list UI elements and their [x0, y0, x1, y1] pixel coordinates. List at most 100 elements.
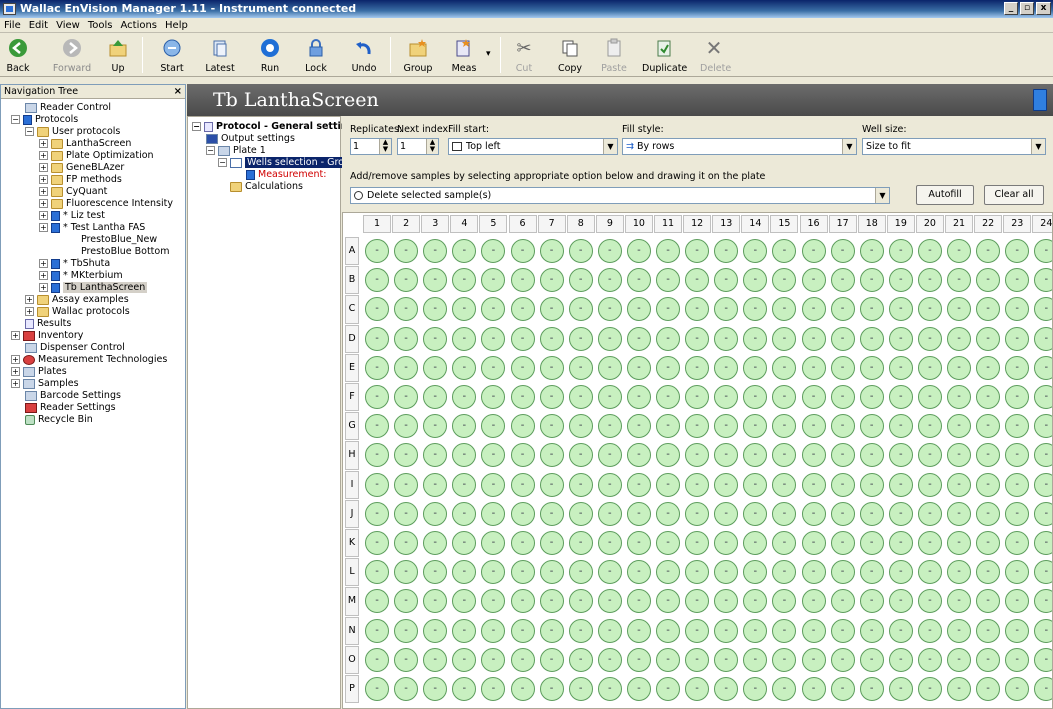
plate-well[interactable]: -	[568, 618, 593, 643]
plate-well[interactable]: -	[597, 560, 622, 585]
plate-well[interactable]: -	[743, 326, 768, 351]
column-header[interactable]: 4	[450, 215, 479, 233]
plate-well[interactable]: -	[685, 239, 710, 263]
plate-well[interactable]: -	[772, 268, 797, 293]
tree-item-assay-examples[interactable]: + Assay examples	[25, 294, 129, 306]
tree-item-reader-control[interactable]: Reader Control	[25, 102, 111, 114]
plate-well[interactable]: -	[423, 560, 448, 585]
start-button[interactable]: Start	[154, 33, 190, 77]
row-header[interactable]: O	[345, 645, 359, 674]
plate-well[interactable]: -	[976, 531, 1001, 555]
menu-tools[interactable]: Tools	[84, 18, 117, 33]
column-header[interactable]: 10	[624, 215, 653, 233]
plate-well[interactable]: -	[510, 443, 535, 468]
column-header[interactable]: 14	[741, 215, 770, 233]
plate-well[interactable]: -	[1034, 297, 1052, 322]
plate-well[interactable]: -	[714, 443, 739, 468]
row-header[interactable]: F	[345, 383, 359, 412]
plate-well[interactable]: -	[830, 472, 855, 497]
column-header[interactable]: 8	[566, 215, 595, 233]
plate-well[interactable]: -	[656, 268, 680, 293]
plate-well[interactable]: -	[452, 385, 477, 409]
plate-well[interactable]: -	[481, 501, 506, 526]
plate-well[interactable]: -	[481, 531, 506, 555]
plate-well[interactable]: -	[947, 385, 971, 409]
plate-well[interactable]: -	[830, 677, 855, 701]
plate-well[interactable]: -	[947, 677, 971, 701]
plate-well[interactable]: -	[976, 355, 1001, 380]
plate-well[interactable]: -	[510, 268, 535, 293]
expand-icon[interactable]: +	[39, 139, 48, 148]
plate-well[interactable]: -	[597, 355, 622, 380]
column-header[interactable]: 23	[1003, 215, 1032, 233]
plate-well[interactable]: -	[1005, 443, 1030, 468]
plate-well[interactable]: -	[568, 560, 593, 585]
replicates-stepper[interactable]: 1 ▲ ▼	[350, 138, 392, 155]
plate-well[interactable]: -	[917, 326, 942, 351]
plate-well[interactable]: -	[539, 297, 564, 322]
plate-well[interactable]: -	[917, 618, 942, 643]
plate-well[interactable]: -	[743, 472, 768, 497]
fill-start-select[interactable]: Top left ▼	[448, 138, 618, 155]
plate-well[interactable]: -	[365, 472, 389, 497]
plate-well[interactable]: -	[394, 501, 419, 526]
plate-well[interactable]: -	[1005, 531, 1030, 555]
plate-well[interactable]: -	[597, 531, 622, 555]
well-size-select[interactable]: Size to fit ▼	[862, 138, 1046, 155]
row-header[interactable]: K	[345, 529, 359, 558]
row-header[interactable]: G	[345, 412, 359, 441]
row-header[interactable]: C	[345, 295, 359, 324]
plate-well[interactable]: -	[365, 355, 389, 380]
plate-well[interactable]: -	[539, 560, 564, 585]
plate-well[interactable]: -	[568, 414, 593, 439]
plate-well[interactable]: -	[423, 677, 448, 701]
plate-well[interactable]: -	[772, 472, 797, 497]
plate-well[interactable]: -	[801, 385, 826, 409]
plate-well[interactable]: -	[859, 531, 884, 555]
expand-icon[interactable]: +	[11, 331, 20, 340]
plate-well[interactable]: -	[772, 589, 797, 614]
plate-well[interactable]: -	[888, 647, 913, 672]
calculations-node[interactable]: Calculations	[230, 181, 303, 193]
plate-well[interactable]: -	[859, 501, 884, 526]
plate-well[interactable]: -	[597, 268, 622, 293]
copy-button[interactable]: Copy	[556, 33, 584, 77]
expand-icon[interactable]: +	[39, 199, 48, 208]
plate-well[interactable]: -	[976, 501, 1001, 526]
plate-well[interactable]: -	[452, 647, 477, 672]
plate-well[interactable]: -	[394, 618, 419, 643]
plate-well[interactable]: -	[626, 472, 651, 497]
plate-well[interactable]: -	[626, 414, 651, 439]
plate-well[interactable]: -	[714, 531, 739, 555]
plate-well[interactable]: -	[859, 472, 884, 497]
plate-well[interactable]: -	[568, 501, 593, 526]
plate-well[interactable]: -	[801, 355, 826, 380]
plate-well[interactable]: -	[481, 268, 506, 293]
row-header[interactable]: P	[345, 675, 359, 704]
plate-well[interactable]: -	[597, 297, 622, 322]
expand-icon[interactable]: +	[25, 295, 34, 304]
plate-well[interactable]: -	[947, 618, 971, 643]
plate-well[interactable]: -	[830, 531, 855, 555]
plate-well[interactable]: -	[743, 297, 768, 322]
tree-item-user-protocols[interactable]: − User protocols	[25, 126, 120, 138]
tree-item-plate-optimization[interactable]: + Plate Optimization	[39, 150, 154, 162]
row-header[interactable]: D	[345, 324, 359, 353]
plate-well[interactable]: -	[947, 443, 971, 468]
tree-item-samples[interactable]: + Samples	[11, 378, 79, 390]
plate-well[interactable]: -	[1034, 268, 1052, 293]
plate-well[interactable]: -	[423, 239, 448, 263]
plate-well[interactable]: -	[743, 560, 768, 585]
plate-well[interactable]: -	[830, 560, 855, 585]
row-header[interactable]: A	[345, 237, 359, 266]
plate-well[interactable]: -	[626, 239, 651, 263]
navigation-close-icon[interactable]: ×	[174, 85, 182, 98]
plate-well[interactable]: -	[626, 531, 651, 555]
plate-well[interactable]: -	[947, 326, 971, 351]
plate-well[interactable]: -	[714, 501, 739, 526]
plate-well[interactable]: -	[917, 589, 942, 614]
plate-well[interactable]: -	[423, 326, 448, 351]
plate-well[interactable]: -	[917, 239, 942, 263]
plate-well[interactable]: -	[917, 268, 942, 293]
plate-well[interactable]: -	[539, 385, 564, 409]
